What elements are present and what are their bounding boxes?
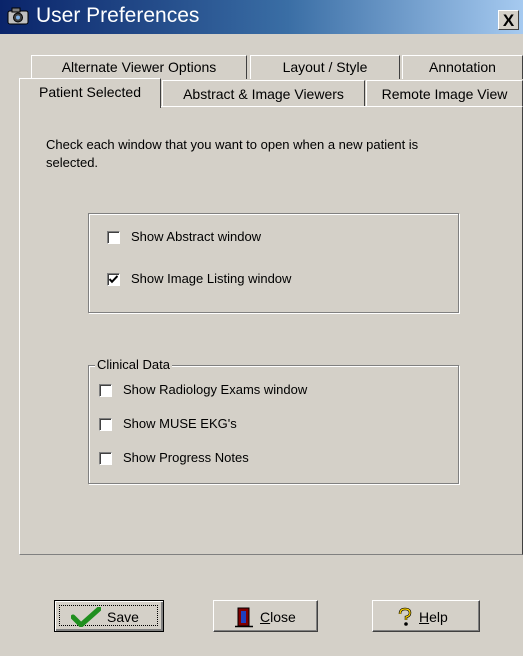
camera-icon — [7, 7, 29, 25]
tab-remote-image-view[interactable]: Remote Image View — [366, 80, 523, 106]
show-abstract-window-label[interactable]: Show Abstract window — [131, 229, 261, 244]
tab-patient-selected[interactable]: Patient Selected — [19, 78, 161, 108]
tab-annotation[interactable]: Annotation — [402, 55, 523, 79]
show-progress-notes-label[interactable]: Show Progress Notes — [123, 450, 249, 465]
clinical-data-title: Clinical Data — [95, 357, 172, 372]
show-abstract-window-checkbox[interactable] — [107, 231, 120, 244]
close-icon: X — [502, 11, 515, 30]
windows-groupbox — [88, 213, 459, 313]
help-button[interactable]: Help — [372, 600, 480, 632]
tab-layout-style[interactable]: Layout / Style — [250, 55, 400, 79]
tab-abstract-image-viewers[interactable]: Abstract & Image Viewers — [162, 80, 365, 106]
show-muse-ekgs-checkbox[interactable] — [99, 418, 112, 431]
question-icon — [395, 607, 415, 630]
close-window-button[interactable]: X — [498, 10, 519, 30]
save-label: Save — [107, 609, 139, 625]
show-muse-ekgs-label[interactable]: Show MUSE EKG's — [123, 416, 237, 431]
tab-alternate-viewer-options[interactable]: Alternate Viewer Options — [31, 55, 247, 79]
instruction-text: Check each window that you want to open … — [46, 137, 419, 170]
checkmark-icon — [70, 606, 102, 630]
window-title: User Preferences — [36, 4, 200, 27]
help-label: Help — [419, 609, 448, 625]
save-button[interactable]: Save — [54, 600, 164, 632]
close-label: Close — [260, 609, 296, 625]
show-progress-notes-checkbox[interactable] — [99, 452, 112, 465]
tab-panel — [19, 106, 523, 555]
show-image-listing-window-label[interactable]: Show Image Listing window — [131, 271, 291, 286]
show-radiology-exams-label[interactable]: Show Radiology Exams window — [123, 382, 307, 397]
close-button[interactable]: Close — [213, 600, 318, 632]
title-bar: User Preferences X — [0, 0, 523, 34]
show-radiology-exams-checkbox[interactable] — [99, 384, 112, 397]
door-icon — [234, 606, 254, 631]
show-image-listing-window-checkbox[interactable] — [107, 273, 120, 286]
check-mark-icon — [109, 275, 118, 284]
